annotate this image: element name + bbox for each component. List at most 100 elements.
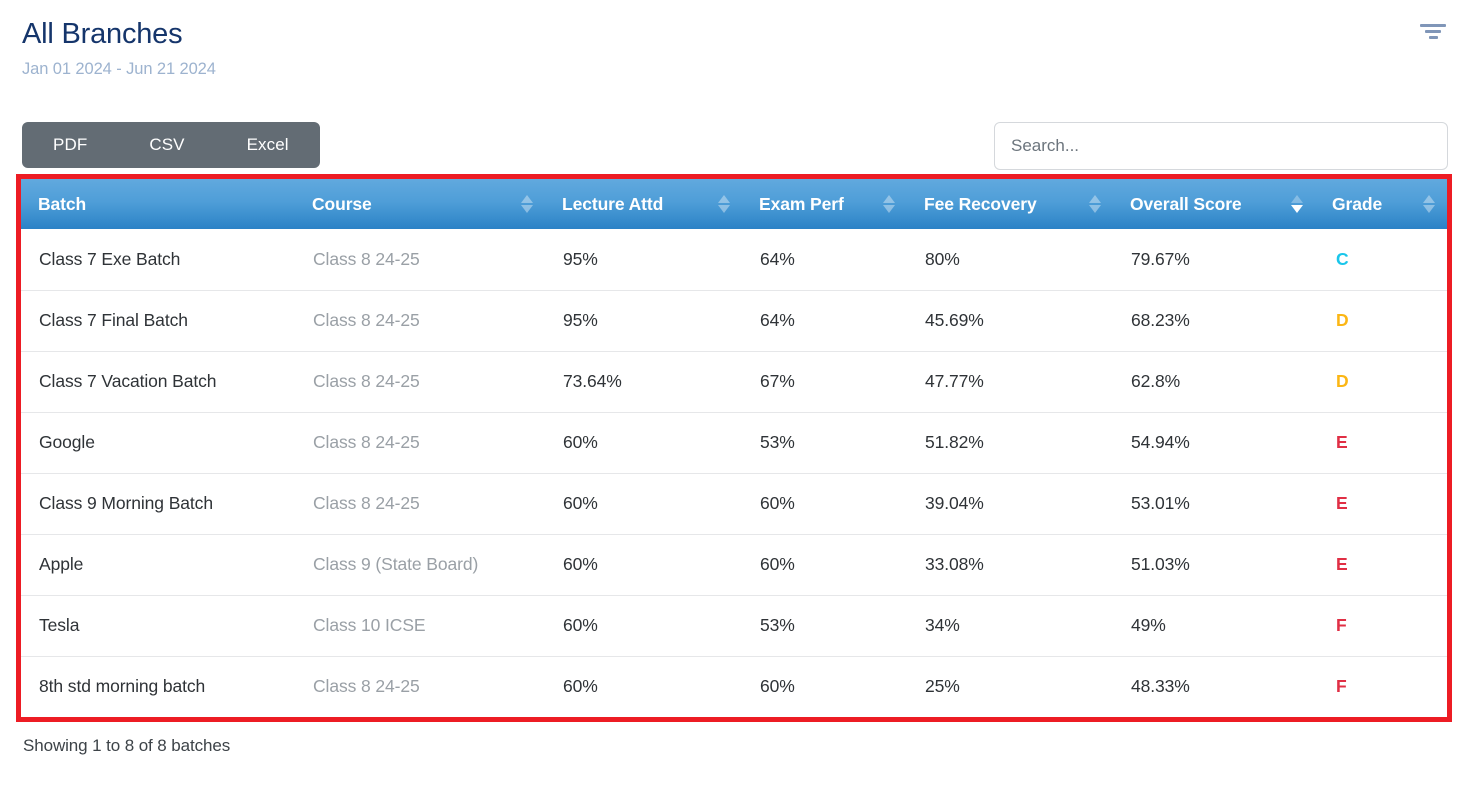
batches-table-container: Batch Course Lecture Attd Exam Perf Fee … bbox=[16, 174, 1452, 722]
cell-lecture-attd: 60% bbox=[545, 472, 742, 534]
column-label-course: Course bbox=[312, 193, 372, 214]
filter-bar-middle bbox=[1425, 30, 1441, 33]
cell-course: Class 8 24-25 bbox=[295, 655, 545, 717]
cell-batch: Google bbox=[21, 411, 295, 473]
cell-fee-recovery: 34% bbox=[907, 594, 1113, 656]
column-label-batch: Batch bbox=[38, 193, 87, 214]
sort-indicator-course[interactable] bbox=[521, 193, 533, 215]
export-excel-button[interactable]: Excel bbox=[216, 122, 320, 168]
cell-lecture-attd: 60% bbox=[545, 533, 742, 595]
cell-fee-recovery: 25% bbox=[907, 655, 1113, 717]
cell-lecture-attd: 60% bbox=[545, 594, 742, 656]
cell-grade: E bbox=[1315, 411, 1447, 473]
cell-course: Class 8 24-25 bbox=[295, 411, 545, 473]
cell-batch: Apple bbox=[21, 533, 295, 595]
column-header-fee-recovery[interactable]: Fee Recovery bbox=[907, 179, 1113, 229]
cell-exam-perf: 67% bbox=[742, 350, 907, 412]
cell-overall-score: 53.01% bbox=[1113, 472, 1315, 534]
cell-grade: C bbox=[1315, 229, 1447, 290]
export-button-group: PDF CSV Excel bbox=[22, 122, 320, 168]
cell-batch: 8th std morning batch bbox=[21, 655, 295, 717]
cell-batch: Class 9 Morning Batch bbox=[21, 472, 295, 534]
cell-grade: D bbox=[1315, 350, 1447, 412]
cell-exam-perf: 64% bbox=[742, 289, 907, 351]
sort-indicator-lecture-attd[interactable] bbox=[718, 193, 730, 215]
table-row[interactable]: Apple Class 9 (State Board) 60% 60% 33.08% 51… bbox=[21, 533, 1447, 595]
batches-table: Batch Course Lecture Attd Exam Perf Fee … bbox=[21, 179, 1447, 717]
cell-course: Class 8 24-25 bbox=[295, 229, 545, 290]
cell-batch: Tesla bbox=[21, 594, 295, 656]
column-header-lecture-attd[interactable]: Lecture Attd bbox=[545, 179, 742, 229]
table-header-row: Batch Course Lecture Attd Exam Perf Fee … bbox=[21, 179, 1447, 229]
table-row[interactable]: Class 7 Final Batch Class 8 24-25 95% 64% 45… bbox=[21, 289, 1447, 351]
column-label-fee-recovery: Fee Recovery bbox=[924, 193, 1037, 214]
export-pdf-button[interactable]: PDF bbox=[22, 122, 118, 168]
column-header-grade[interactable]: Grade bbox=[1315, 179, 1447, 229]
cell-fee-recovery: 51.82% bbox=[907, 411, 1113, 473]
table-toolbar: PDF CSV Excel bbox=[22, 122, 1448, 170]
table-row[interactable]: Tesla Class 10 ICSE 60% 53% 34% 49% F bbox=[21, 594, 1447, 656]
cell-exam-perf: 60% bbox=[742, 655, 907, 717]
sort-indicator-grade[interactable] bbox=[1423, 193, 1435, 215]
table-row[interactable]: Class 9 Morning Batch Class 8 24-25 60% 60%… bbox=[21, 472, 1447, 534]
date-range-label: Jan 01 2024 - Jun 21 2024 bbox=[22, 60, 216, 78]
cell-fee-recovery: 33.08% bbox=[907, 533, 1113, 595]
cell-fee-recovery: 47.77% bbox=[907, 350, 1113, 412]
column-header-exam-perf[interactable]: Exam Perf bbox=[742, 179, 907, 229]
filter-funnel-icon[interactable] bbox=[1418, 24, 1448, 50]
cell-overall-score: 62.8% bbox=[1113, 350, 1315, 412]
column-label-grade: Grade bbox=[1332, 193, 1383, 214]
cell-batch: Class 7 Exe Batch bbox=[21, 229, 295, 290]
column-label-overall-score: Overall Score bbox=[1130, 193, 1242, 214]
cell-lecture-attd: 95% bbox=[545, 229, 742, 290]
table-showing-info: Showing 1 to 8 of 8 batches bbox=[23, 736, 231, 755]
column-header-overall-score[interactable]: Overall Score bbox=[1113, 179, 1315, 229]
cell-lecture-attd: 95% bbox=[545, 289, 742, 351]
table-row[interactable]: 8th std morning batch Class 8 24-25 60% 60%… bbox=[21, 655, 1447, 717]
cell-lecture-attd: 73.64% bbox=[545, 350, 742, 412]
cell-course: Class 10 ICSE bbox=[295, 594, 545, 656]
page-title: All Branches bbox=[22, 18, 183, 50]
sort-indicator-fee-recovery[interactable] bbox=[1089, 193, 1101, 215]
column-header-batch[interactable]: Batch bbox=[21, 179, 295, 229]
cell-lecture-attd: 60% bbox=[545, 655, 742, 717]
table-row[interactable]: Class 7 Exe Batch Class 8 24-25 95% 64% 80% 7… bbox=[21, 229, 1447, 290]
cell-grade: F bbox=[1315, 594, 1447, 656]
cell-exam-perf: 53% bbox=[742, 594, 907, 656]
cell-grade: F bbox=[1315, 655, 1447, 717]
cell-overall-score: 54.94% bbox=[1113, 411, 1315, 473]
cell-batch: Class 7 Final Batch bbox=[21, 289, 295, 351]
export-csv-button[interactable]: CSV bbox=[118, 122, 215, 168]
search-input[interactable] bbox=[994, 122, 1448, 170]
cell-course: Class 8 24-25 bbox=[295, 472, 545, 534]
cell-batch: Class 7 Vacation Batch bbox=[21, 350, 295, 412]
cell-overall-score: 79.67% bbox=[1113, 229, 1315, 290]
column-label-exam-perf: Exam Perf bbox=[759, 193, 844, 214]
sort-indicator-overall-score[interactable] bbox=[1291, 193, 1303, 215]
sort-indicator-exam-perf[interactable] bbox=[883, 193, 895, 215]
filter-bar-bottom bbox=[1428, 36, 1438, 39]
cell-fee-recovery: 45.69% bbox=[907, 289, 1113, 351]
cell-grade: E bbox=[1315, 472, 1447, 534]
column-label-lecture-attd: Lecture Attd bbox=[562, 193, 664, 214]
cell-overall-score: 51.03% bbox=[1113, 533, 1315, 595]
cell-grade: E bbox=[1315, 533, 1447, 595]
cell-exam-perf: 60% bbox=[742, 472, 907, 534]
filter-bar-top bbox=[1420, 24, 1446, 27]
cell-course: Class 8 24-25 bbox=[295, 289, 545, 351]
cell-overall-score: 68.23% bbox=[1113, 289, 1315, 351]
table-header: Batch Course Lecture Attd Exam Perf Fee … bbox=[21, 179, 1447, 229]
table-row[interactable]: Google Class 8 24-25 60% 53% 51.82% 54.94% E bbox=[21, 411, 1447, 473]
table-body: Class 7 Exe Batch Class 8 24-25 95% 64% 80% 7… bbox=[21, 229, 1447, 717]
cell-exam-perf: 64% bbox=[742, 229, 907, 290]
cell-exam-perf: 60% bbox=[742, 533, 907, 595]
cell-course: Class 9 (State Board) bbox=[295, 533, 545, 595]
branches-report-page: All Branches Jan 01 2024 - Jun 21 2024 P… bbox=[0, 0, 1470, 786]
cell-fee-recovery: 80% bbox=[907, 229, 1113, 290]
column-header-course[interactable]: Course bbox=[295, 179, 545, 229]
page-header: All Branches Jan 01 2024 - Jun 21 2024 bbox=[22, 16, 1448, 80]
cell-lecture-attd: 60% bbox=[545, 411, 742, 473]
cell-overall-score: 48.33% bbox=[1113, 655, 1315, 717]
table-row[interactable]: Class 7 Vacation Batch Class 8 24-25 73.64… bbox=[21, 350, 1447, 412]
cell-grade: D bbox=[1315, 289, 1447, 351]
